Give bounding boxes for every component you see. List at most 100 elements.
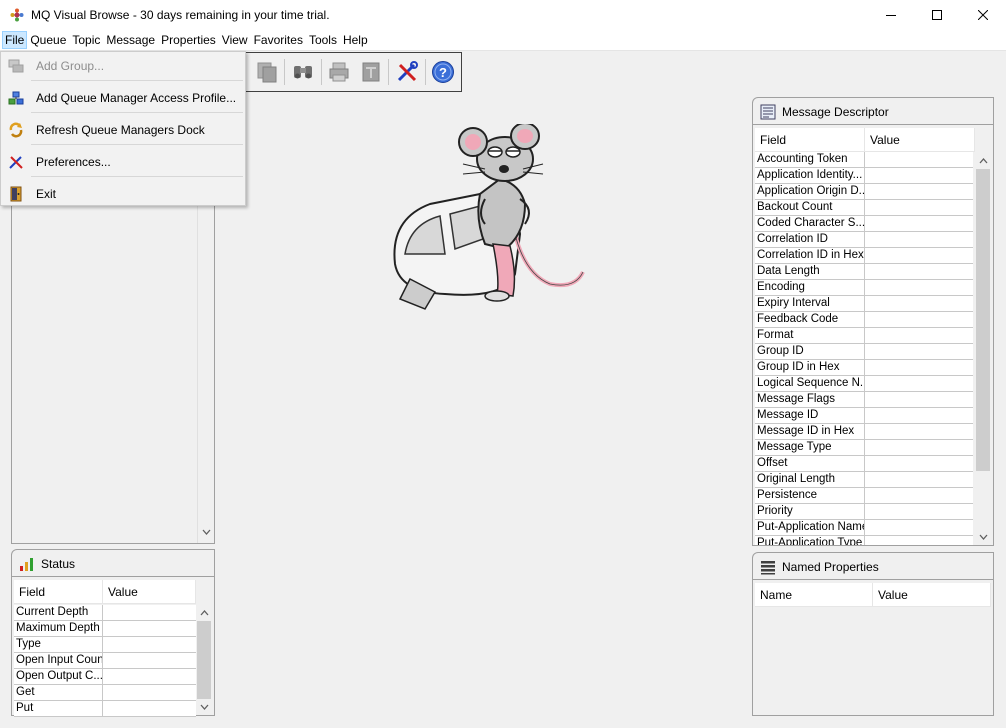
value-cell xyxy=(865,232,973,248)
scroll-thumb[interactable] xyxy=(976,169,990,471)
table-row[interactable]: Logical Sequence N... xyxy=(755,376,973,392)
table-row[interactable]: Encoding xyxy=(755,280,973,296)
scroll-up-arrow[interactable] xyxy=(975,153,992,169)
table-row[interactable]: Type xyxy=(14,637,196,653)
scroll-thumb[interactable] xyxy=(197,621,211,699)
table-row[interactable]: Correlation ID xyxy=(755,232,973,248)
toolbar-separator xyxy=(424,59,426,85)
table-row[interactable]: Get xyxy=(14,685,196,701)
menu-item-add-group[interactable]: Add Group... xyxy=(1,53,245,79)
dock-scrollbar[interactable] xyxy=(197,206,214,543)
copy-icon xyxy=(257,62,277,83)
table-row[interactable]: Backout Count xyxy=(755,200,973,216)
copy-button[interactable] xyxy=(253,58,280,86)
table-row[interactable]: Application Origin D... xyxy=(755,184,973,200)
table-row[interactable]: Offset xyxy=(755,456,973,472)
table-row[interactable]: Put-Application Type xyxy=(755,536,973,545)
menu-item-add-queue-manager-profile[interactable]: Add Queue Manager Access Profile... xyxy=(1,85,245,111)
table-row[interactable]: Message ID xyxy=(755,408,973,424)
field-cell: Priority xyxy=(755,504,865,520)
maximize-button[interactable] xyxy=(914,0,960,30)
value-cell xyxy=(865,424,973,440)
table-row[interactable]: Format xyxy=(755,328,973,344)
status-panel-tab[interactable]: Status xyxy=(11,549,215,577)
header-value[interactable]: Value xyxy=(873,583,991,607)
value-cell xyxy=(865,472,973,488)
minimize-button[interactable] xyxy=(868,0,914,30)
table-row[interactable]: Application Identity... xyxy=(755,168,973,184)
close-button[interactable] xyxy=(960,0,1006,30)
table-row[interactable]: Priority xyxy=(755,504,973,520)
queue-managers-dock[interactable] xyxy=(11,206,215,544)
named-properties-icon xyxy=(761,560,775,574)
table-row[interactable]: Message Flags xyxy=(755,392,973,408)
table-row[interactable]: Persistence xyxy=(755,488,973,504)
table-row[interactable]: Put xyxy=(14,701,196,717)
menu-item-exit[interactable]: Exit xyxy=(1,181,245,207)
menu-message[interactable]: Message xyxy=(103,31,158,49)
value-cell xyxy=(103,637,196,653)
table-row[interactable]: Maximum Depth xyxy=(14,621,196,637)
table-row[interactable]: Message ID in Hex xyxy=(755,424,973,440)
app-icon xyxy=(10,8,24,22)
help-icon: ? xyxy=(432,61,455,83)
table-row[interactable]: Data Length xyxy=(755,264,973,280)
chevron-down-icon xyxy=(202,529,211,535)
queue-manager-icon xyxy=(8,91,24,105)
field-cell: Message Flags xyxy=(755,392,865,408)
table-row[interactable]: Original Length xyxy=(755,472,973,488)
np-grid-header: Name Value xyxy=(755,583,991,607)
table-row[interactable]: Feedback Code xyxy=(755,312,973,328)
scroll-down-arrow[interactable] xyxy=(196,699,213,715)
table-row[interactable]: Correlation ID in Hex xyxy=(755,248,973,264)
table-row[interactable]: Message Type xyxy=(755,440,973,456)
menu-item-label: Exit xyxy=(36,187,57,201)
menu-queue[interactable]: Queue xyxy=(27,31,69,49)
header-field[interactable]: Field xyxy=(14,580,103,604)
table-row[interactable]: Open Input Count xyxy=(14,653,196,669)
named-properties-panel: Name Value xyxy=(752,579,994,716)
field-cell: Data Length xyxy=(755,264,865,280)
menu-file[interactable]: File xyxy=(2,31,28,49)
preferences-toolbar-button[interactable] xyxy=(393,58,420,86)
scroll-up-arrow[interactable] xyxy=(196,605,213,621)
table-row[interactable]: Group ID in Hex xyxy=(755,360,973,376)
menu-item-preferences[interactable]: Preferences... xyxy=(1,149,245,175)
menu-help[interactable]: Help xyxy=(340,31,371,49)
table-row[interactable]: Coded Character S... xyxy=(755,216,973,232)
table-row[interactable]: Put-Application Name xyxy=(755,520,973,536)
menu-tools[interactable]: Tools xyxy=(306,31,340,49)
table-row[interactable]: Current Depth xyxy=(14,605,196,621)
field-cell: Offset xyxy=(755,456,865,472)
field-cell: Correlation ID in Hex xyxy=(755,248,865,264)
header-name[interactable]: Name xyxy=(755,583,873,607)
md-scrollbar[interactable] xyxy=(975,153,992,545)
value-cell xyxy=(865,408,973,424)
named-properties-tab[interactable]: Named Properties xyxy=(752,552,994,580)
value-cell xyxy=(865,376,973,392)
print-preview-button[interactable] xyxy=(357,58,384,86)
tools-icon xyxy=(397,61,418,82)
help-button[interactable]: ? xyxy=(430,58,457,86)
menu-item-refresh-dock[interactable]: Refresh Queue Managers Dock xyxy=(1,117,245,143)
field-cell: Type xyxy=(14,637,103,653)
menu-topic[interactable]: Topic xyxy=(69,31,103,49)
table-row[interactable]: Expiry Interval xyxy=(755,296,973,312)
header-value[interactable]: Value xyxy=(103,580,196,604)
menu-properties[interactable]: Properties xyxy=(158,31,219,49)
scroll-down-arrow[interactable] xyxy=(975,529,992,545)
table-row[interactable]: Open Output C... xyxy=(14,669,196,685)
find-button[interactable] xyxy=(289,58,316,86)
table-row[interactable]: Accounting Token xyxy=(755,152,973,168)
value-cell xyxy=(865,536,973,545)
value-cell xyxy=(865,328,973,344)
scroll-down-arrow[interactable] xyxy=(198,524,215,540)
toolbar-separator xyxy=(284,59,286,85)
status-scrollbar[interactable] xyxy=(196,605,213,715)
menu-favorites[interactable]: Favorites xyxy=(251,31,306,49)
message-descriptor-tab[interactable]: Message Descriptor xyxy=(752,97,994,125)
print-preview-icon xyxy=(362,62,380,82)
menu-view[interactable]: View xyxy=(219,31,251,49)
print-button[interactable] xyxy=(326,58,353,86)
table-row[interactable]: Group ID xyxy=(755,344,973,360)
